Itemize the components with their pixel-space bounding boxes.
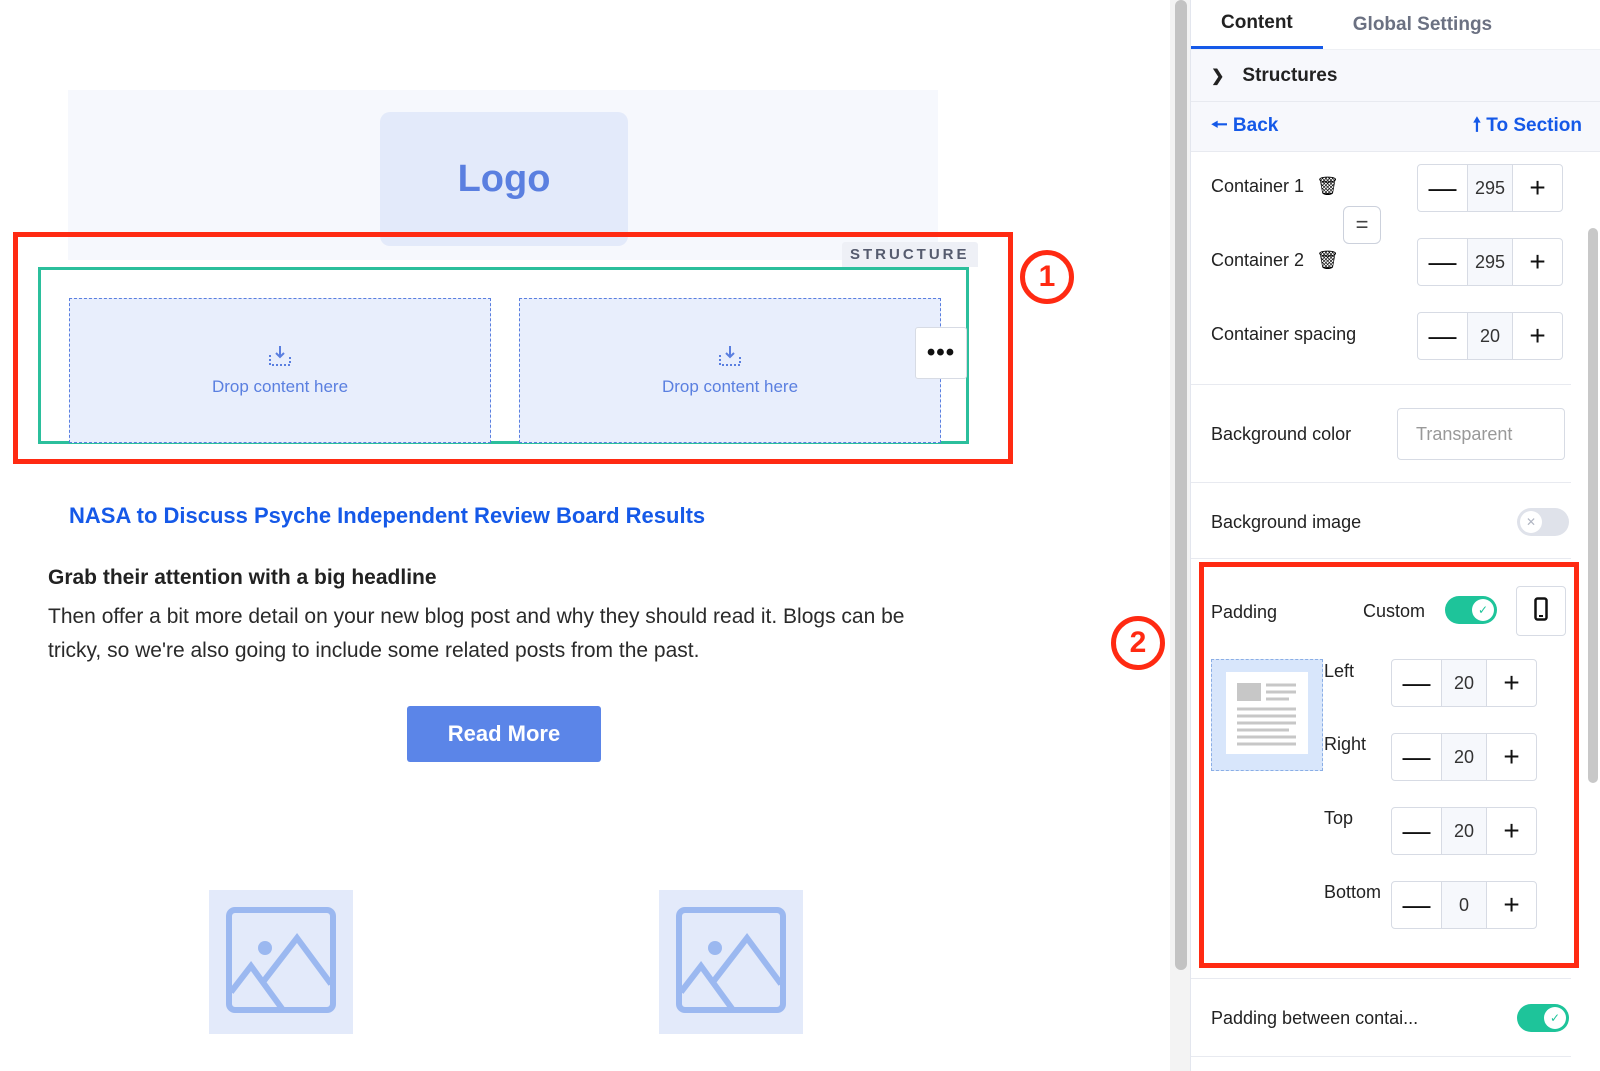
container-2-width-value[interactable]: 295 (1467, 239, 1513, 285)
padding-label: Padding (1211, 601, 1278, 622)
logo-placeholder[interactable]: Logo (380, 112, 628, 246)
annotation-marker-1: 1 (1020, 250, 1074, 304)
container-2-width-stepper: — 295 + (1417, 238, 1563, 286)
increment-button[interactable]: + (1487, 734, 1536, 780)
back-button[interactable]: 🠔 Back (1211, 111, 1278, 143)
settings-panel: Content Global Settings ❯ Structures 🠔 B… (1190, 0, 1600, 1071)
decrement-button[interactable]: — (1418, 313, 1467, 359)
to-section-button[interactable]: 🠕 To Section (1473, 111, 1582, 143)
read-more-button[interactable]: Read More (407, 706, 601, 762)
trash-icon[interactable]: 🗑 (1316, 250, 1339, 271)
background-image-toggle[interactable]: ✕ (1517, 508, 1569, 536)
nav-row: 🠔 Back 🠕 To Section (1191, 102, 1600, 152)
padding-left-value[interactable]: 20 (1441, 660, 1487, 706)
chevron-down-icon: ❯ (1211, 67, 1225, 85)
padding-between-toggle[interactable]: ✓ (1517, 1004, 1569, 1032)
increment-button[interactable]: + (1513, 239, 1562, 285)
padding-between-label: Padding between contai... (1211, 1007, 1419, 1028)
decrement-button[interactable]: — (1418, 165, 1467, 211)
padding-left-stepper: — 20 + (1391, 659, 1537, 707)
headline: Grab their attention with a big headline (48, 566, 437, 589)
trash-icon[interactable]: 🗑 (1316, 176, 1339, 197)
decrement-button[interactable]: — (1392, 734, 1441, 780)
headline-link[interactable]: NASA to Discuss Psyche Independent Revie… (69, 503, 705, 529)
divider (1191, 558, 1571, 559)
custom-label: Custom (1363, 601, 1426, 621)
annotation-box-1 (13, 232, 1013, 464)
back-label: Back (1232, 114, 1279, 136)
image-icon (225, 904, 337, 1021)
document-icon (1226, 671, 1308, 759)
panel-scrollbar[interactable] (1588, 228, 1598, 783)
container-spacing-value[interactable]: 20 (1467, 313, 1513, 359)
tab-content[interactable]: Content (1191, 0, 1323, 49)
padding-bottom-label: Bottom (1324, 882, 1382, 902)
padding-preview (1211, 659, 1323, 771)
divider (1191, 978, 1571, 979)
equalize-widths-button[interactable]: = (1343, 206, 1381, 244)
increment-button[interactable]: + (1513, 313, 1562, 359)
panel-tabs: Content Global Settings (1191, 0, 1600, 50)
container-spacing-label: Container spacing (1211, 323, 1357, 344)
arrow-left-icon: 🠔 (1211, 114, 1228, 136)
tab-global-settings[interactable]: Global Settings (1323, 0, 1522, 49)
check-icon: ✓ (1472, 599, 1494, 621)
annotation-marker-2: 2 (1111, 616, 1165, 670)
divider (1191, 1056, 1571, 1057)
decrement-button[interactable]: — (1392, 882, 1441, 928)
email-canvas: Logo STRUCTURE Drop content here Drop co… (0, 0, 1168, 1071)
decrement-button[interactable]: — (1392, 808, 1441, 854)
decrement-button[interactable]: — (1392, 660, 1441, 706)
background-image-row: Background image (1191, 502, 1571, 542)
image-icon (675, 904, 787, 1021)
container-2-label: Container 2 (1211, 249, 1305, 270)
body-text: Then offer a bit more detail on your new… (48, 605, 905, 662)
padding-right-value[interactable]: 20 (1441, 734, 1487, 780)
padding-left-label: Left (1324, 661, 1355, 681)
divider (1191, 384, 1571, 385)
background-image-label: Background image (1211, 511, 1362, 532)
image-placeholder-2[interactable] (659, 890, 803, 1034)
mobile-view-button[interactable] (1516, 586, 1566, 636)
check-icon: ✓ (1544, 1007, 1566, 1029)
increment-button[interactable]: + (1513, 165, 1562, 211)
structures-section-header[interactable]: ❯ Structures (1191, 50, 1600, 102)
mobile-icon (1534, 596, 1548, 626)
to-section-label: To Section (1486, 114, 1582, 136)
padding-top-value[interactable]: 20 (1441, 808, 1487, 854)
container-1-label: Container 1 (1211, 175, 1305, 196)
custom-padding-toggle[interactable]: ✓ (1445, 596, 1497, 624)
padding-bottom-value[interactable]: 0 (1441, 882, 1487, 928)
increment-button[interactable]: + (1487, 660, 1536, 706)
background-color-input[interactable]: Transparent (1397, 408, 1565, 460)
padding-between-row: Padding between contai... (1191, 998, 1571, 1038)
container-1-width-stepper: — 295 + (1417, 164, 1563, 212)
canvas-scrollbar[interactable] (1175, 0, 1187, 970)
decrement-button[interactable]: — (1418, 239, 1467, 285)
padding-bottom-stepper: — 0 + (1391, 881, 1537, 929)
arrow-up-icon: 🠕 (1472, 114, 1481, 136)
background-color-label: Background color (1211, 423, 1352, 444)
padding-top-label: Top (1324, 808, 1354, 828)
section-title: Structures (1242, 64, 1338, 86)
container-1-width-value[interactable]: 295 (1467, 165, 1513, 211)
padding-right-stepper: — 20 + (1391, 733, 1537, 781)
increment-button[interactable]: + (1487, 808, 1536, 854)
x-icon: ✕ (1520, 511, 1542, 533)
container-spacing-stepper: — 20 + (1417, 312, 1563, 360)
image-placeholder-1[interactable] (209, 890, 353, 1034)
increment-button[interactable]: + (1487, 882, 1536, 928)
divider (1191, 482, 1571, 483)
padding-top-stepper: — 20 + (1391, 807, 1537, 855)
padding-right-label: Right (1324, 734, 1367, 754)
